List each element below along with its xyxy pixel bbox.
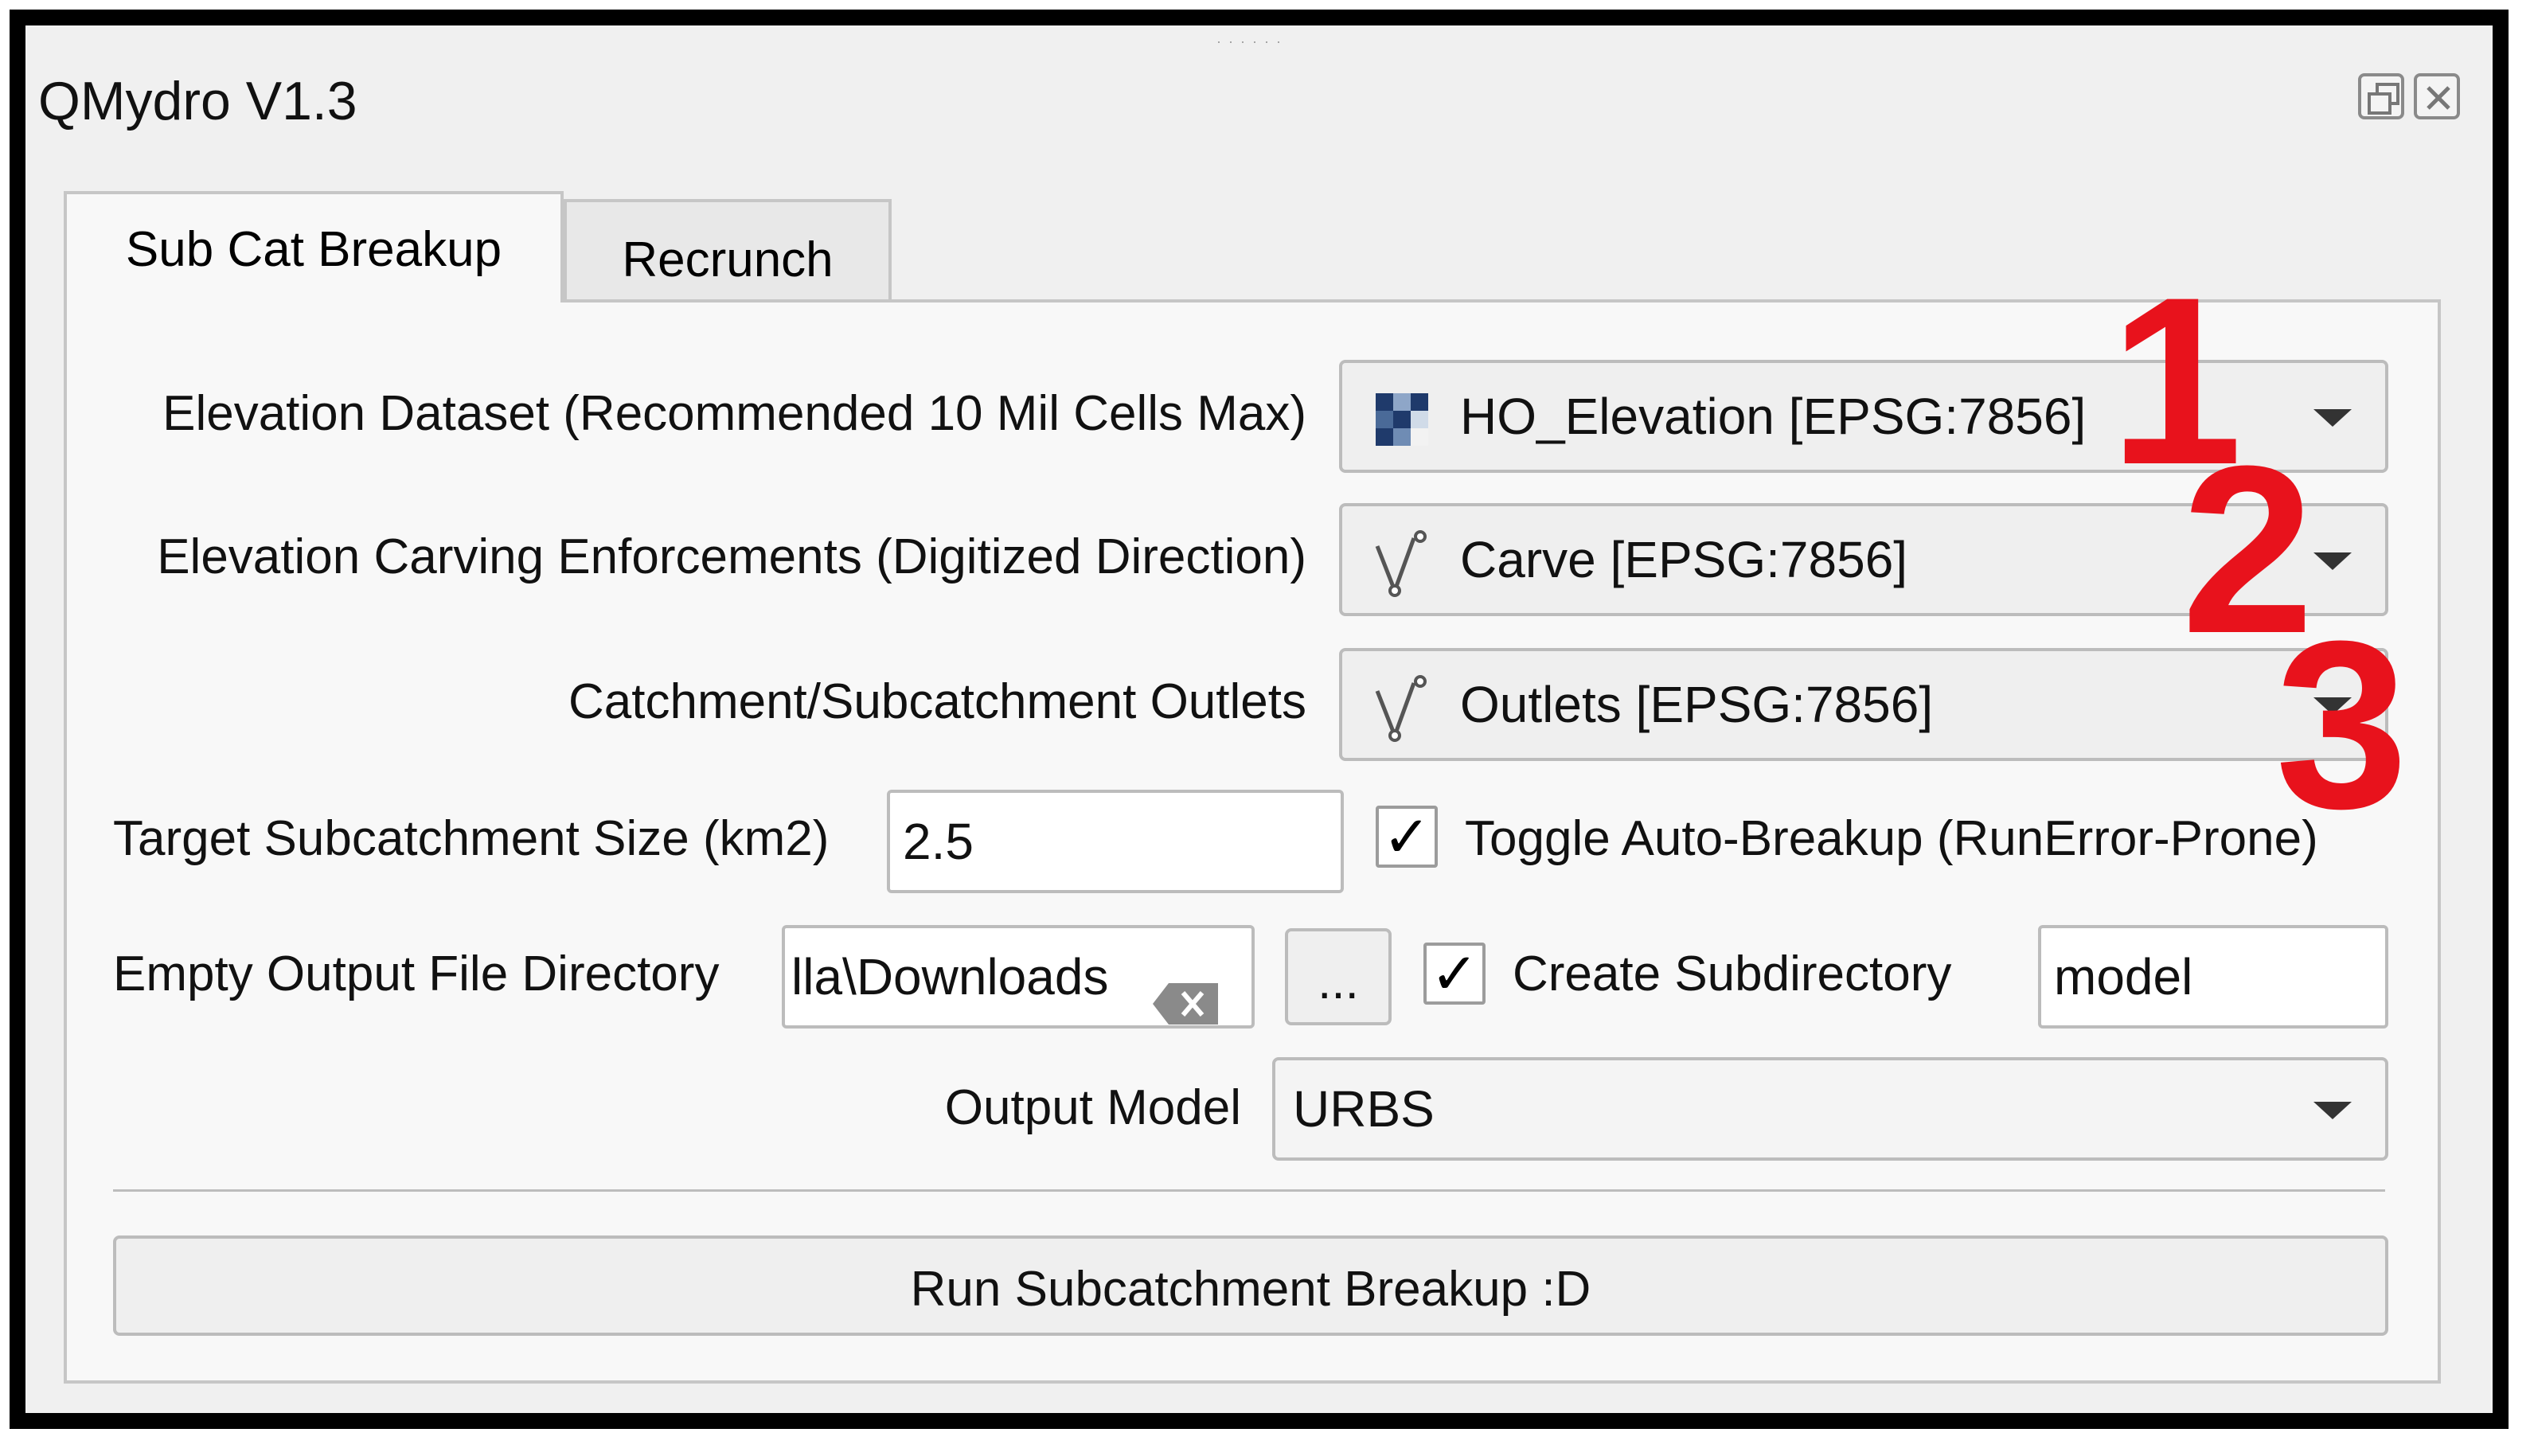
target-size-input[interactable]: 2.5: [887, 790, 1344, 893]
raster-layer-icon: [1376, 393, 1428, 446]
tab-sub-cat-breakup[interactable]: Sub Cat Breakup: [64, 191, 564, 303]
create-subdir-checkbox[interactable]: ✓: [1423, 943, 1486, 1005]
annotation-number: 3: [2275, 591, 2408, 858]
run-button[interactable]: Run Subcatchment Breakup :D: [113, 1235, 2388, 1336]
carving-value: Carve [EPSG:7856]: [1460, 531, 1908, 588]
line-layer-icon: [1371, 529, 1451, 600]
output-model-combo[interactable]: URBS: [1272, 1057, 2388, 1161]
close-window-icon[interactable]: [2414, 73, 2460, 119]
outlets-label: Catchment/Subcatchment Outlets: [568, 674, 1306, 729]
elevation-dataset-value: HO_Elevation [EPSG:7856]: [1460, 388, 2087, 445]
restore-window-icon[interactable]: [2358, 73, 2404, 119]
chevron-down-icon: [2313, 409, 2352, 427]
auto-breakup-label: Toggle Auto-Breakup (RunError-Prone): [1465, 811, 2318, 866]
elevation-dataset-label: Elevation Dataset (Recommended 10 Mil Ce…: [162, 386, 1306, 441]
output-model-label: Output Model: [944, 1080, 1241, 1135]
subdir-name-input[interactable]: model: [2038, 925, 2388, 1029]
divider: [113, 1189, 2385, 1192]
output-dir-input[interactable]: lla\Downloads: [782, 925, 1255, 1029]
browse-button[interactable]: ...: [1285, 928, 1392, 1025]
carving-label: Elevation Carving Enforcements (Digitize…: [157, 529, 1306, 584]
chevron-down-icon: [2313, 552, 2352, 570]
create-subdir-label: Create Subdirectory: [1513, 947, 1952, 1001]
output-dir-label: Empty Output File Directory: [113, 947, 720, 1001]
output-model-value: URBS: [1293, 1080, 1435, 1138]
clear-text-icon[interactable]: [1153, 958, 1218, 1025]
line-layer-icon: [1371, 673, 1451, 745]
chevron-down-icon: [2313, 1102, 2352, 1119]
auto-breakup-checkbox[interactable]: ✓: [1376, 806, 1438, 868]
window-title: QMydro V1.3: [38, 71, 357, 131]
target-size-label: Target Subcatchment Size (km2): [113, 811, 830, 866]
tab-recrunch[interactable]: Recrunch: [564, 199, 892, 301]
drag-handle[interactable]: · · · · · ·: [1216, 33, 1283, 50]
outlets-value: Outlets [EPSG:7856]: [1460, 676, 1934, 733]
